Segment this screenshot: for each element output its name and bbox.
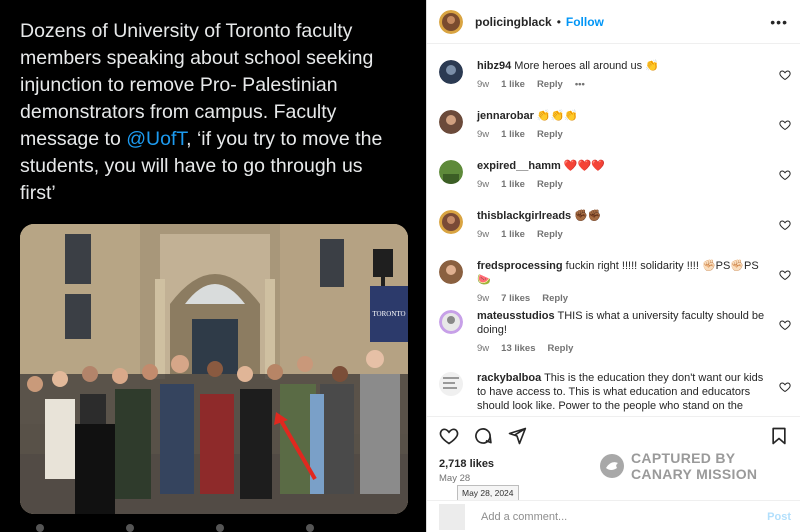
comment-username[interactable]: mateusstudios bbox=[477, 310, 555, 322]
post-header: policingblack • Follow ••• bbox=[427, 0, 800, 44]
follow-button[interactable]: Follow bbox=[566, 15, 604, 29]
post-actions-bar bbox=[439, 424, 789, 448]
post-comment-button[interactable]: Post bbox=[767, 511, 791, 523]
likes-count[interactable]: 2,718 likes bbox=[439, 458, 494, 470]
reply-button[interactable]: Reply bbox=[537, 129, 563, 140]
instagram-comments-panel: policingblack • Follow ••• hibz94 More h… bbox=[426, 0, 800, 532]
comment-text: rackybalboa This is the education they d… bbox=[477, 371, 767, 415]
post-bottom-strip bbox=[0, 516, 426, 532]
watermark: CAPTURED BY CANARY MISSION bbox=[599, 450, 757, 482]
comment-content: ✊🏾✊🏾 bbox=[574, 210, 602, 222]
comment-icon[interactable] bbox=[473, 426, 493, 446]
heart-icon[interactable] bbox=[439, 426, 459, 446]
like-comment-heart-icon[interactable] bbox=[779, 119, 791, 131]
comment-body: rackybalboa This is the education they d… bbox=[477, 364, 767, 415]
comment-meta: 9w 1 like Reply bbox=[477, 179, 767, 190]
comment-body: fredsprocessing fuckin right !!!!! solid… bbox=[477, 252, 767, 304]
comment-text: jennarobar 👏👏👏 bbox=[477, 109, 767, 123]
comment-body: hibz94 More heroes all around us 👏 9w 1 l… bbox=[477, 52, 767, 102]
comment-age: 9w bbox=[477, 79, 490, 90]
post-media-panel: Dozens of University of Toronto faculty … bbox=[0, 0, 426, 532]
comment-meta: 9w 13 likes Reply bbox=[477, 343, 767, 354]
comment-body: mateusstudios THIS is what a university … bbox=[477, 302, 767, 364]
comment-likes[interactable]: 1 like bbox=[501, 179, 525, 190]
commenter-avatar[interactable] bbox=[439, 372, 463, 396]
watermark-line2: CANARY MISSION bbox=[631, 466, 758, 482]
comment-body: jennarobar 👏👏👏 9w 1 like Reply bbox=[477, 102, 767, 152]
reply-button[interactable]: Reply bbox=[537, 179, 563, 190]
post-date[interactable]: May 28 bbox=[439, 473, 470, 484]
comment-username[interactable]: jennarobar bbox=[477, 110, 534, 122]
commenter-avatar[interactable] bbox=[439, 210, 463, 234]
banner-label: TORONTO bbox=[372, 310, 405, 318]
like-comment-heart-icon[interactable] bbox=[779, 269, 791, 281]
comment-meta: 9w 1 like Reply bbox=[477, 229, 767, 240]
like-comment-heart-icon[interactable] bbox=[779, 219, 791, 231]
comment-text: thisblackgirlreads ✊🏾✊🏾 bbox=[477, 209, 767, 223]
comment-meta: 9w 1 like Reply bbox=[477, 129, 767, 140]
comment-age: 9w bbox=[477, 179, 490, 190]
reply-button[interactable]: Reply bbox=[537, 79, 563, 90]
comment-likes[interactable]: 1 like bbox=[501, 129, 525, 140]
commenter-avatar[interactable] bbox=[439, 260, 463, 284]
comment-item: mateusstudios THIS is what a university … bbox=[427, 302, 800, 364]
comment-item: fredsprocessing fuckin right !!!!! solid… bbox=[427, 252, 800, 304]
comment-likes[interactable]: 1 like bbox=[501, 229, 525, 240]
comment-meta: 9w 1 like Reply ••• bbox=[477, 79, 767, 90]
comment-content: More heroes all around us 👏 bbox=[514, 60, 659, 72]
post-photo: TORONTO bbox=[20, 224, 408, 514]
comment-more-icon[interactable]: ••• bbox=[575, 79, 585, 90]
comment-username[interactable]: fredsprocessing bbox=[477, 260, 563, 272]
comments-list[interactable]: hibz94 More heroes all around us 👏 9w 1 l… bbox=[427, 52, 800, 415]
comment-item: hibz94 More heroes all around us 👏 9w 1 l… bbox=[427, 52, 800, 102]
commenter-avatar[interactable] bbox=[439, 310, 463, 334]
comment-text: mateusstudios THIS is what a university … bbox=[477, 309, 767, 337]
reply-button[interactable]: Reply bbox=[537, 229, 563, 240]
bookmark-icon[interactable] bbox=[769, 426, 789, 446]
comment-text: expired__hamm ❤️❤️❤️ bbox=[477, 159, 767, 173]
comment-username[interactable]: expired__hamm bbox=[477, 160, 561, 172]
add-comment-input[interactable] bbox=[481, 510, 751, 523]
add-comment-bar: Post bbox=[427, 500, 800, 532]
comment-username[interactable]: thisblackgirlreads bbox=[477, 210, 571, 222]
more-options-icon[interactable]: ••• bbox=[770, 14, 788, 30]
post-photo-illustration: TORONTO bbox=[20, 224, 408, 514]
comment-item: rackybalboa This is the education they d… bbox=[427, 364, 800, 415]
date-tooltip: May 28, 2024 bbox=[457, 485, 519, 501]
comment-content: 👏👏👏 bbox=[536, 110, 579, 122]
comment-likes[interactable]: 13 likes bbox=[501, 343, 535, 354]
header-separator: • bbox=[556, 14, 561, 29]
author-username[interactable]: policingblack bbox=[475, 15, 552, 29]
comment-age: 9w bbox=[477, 129, 490, 140]
commenter-avatar[interactable] bbox=[439, 60, 463, 84]
reply-button[interactable]: Reply bbox=[548, 343, 574, 354]
commenter-avatar[interactable] bbox=[439, 160, 463, 184]
canary-logo-icon bbox=[600, 454, 624, 478]
post-caption: Dozens of University of Toronto faculty … bbox=[20, 18, 400, 207]
comment-item: jennarobar 👏👏👏 9w 1 like Reply bbox=[427, 102, 800, 152]
like-comment-heart-icon[interactable] bbox=[779, 319, 791, 331]
comment-age: 9w bbox=[477, 343, 490, 354]
comment-text: fredsprocessing fuckin right !!!!! solid… bbox=[477, 259, 767, 287]
comment-item: expired__hamm ❤️❤️❤️ 9w 1 like Reply bbox=[427, 152, 800, 202]
comment-body: expired__hamm ❤️❤️❤️ 9w 1 like Reply bbox=[477, 152, 767, 202]
like-comment-heart-icon[interactable] bbox=[779, 381, 791, 393]
comment-age: 9w bbox=[477, 229, 490, 240]
comment-text: hibz94 More heroes all around us 👏 bbox=[477, 59, 767, 73]
comment-likes[interactable]: 1 like bbox=[501, 79, 525, 90]
commenter-avatar[interactable] bbox=[439, 110, 463, 134]
comment-item: thisblackgirlreads ✊🏾✊🏾 9w 1 like Reply bbox=[427, 202, 800, 252]
comment-content: ❤️❤️❤️ bbox=[563, 160, 605, 172]
author-avatar[interactable] bbox=[439, 9, 463, 34]
share-icon[interactable] bbox=[507, 426, 527, 446]
post-mention-link[interactable]: @UofT bbox=[126, 128, 186, 150]
actions-divider bbox=[427, 416, 800, 417]
like-comment-heart-icon[interactable] bbox=[779, 69, 791, 81]
comment-body: thisblackgirlreads ✊🏾✊🏾 9w 1 like Reply bbox=[477, 202, 767, 252]
current-user-avatar bbox=[439, 503, 465, 530]
like-comment-heart-icon[interactable] bbox=[779, 169, 791, 181]
comment-username[interactable]: rackybalboa bbox=[477, 372, 541, 384]
watermark-line1: CAPTURED BY bbox=[631, 450, 736, 466]
comment-username[interactable]: hibz94 bbox=[477, 60, 511, 72]
